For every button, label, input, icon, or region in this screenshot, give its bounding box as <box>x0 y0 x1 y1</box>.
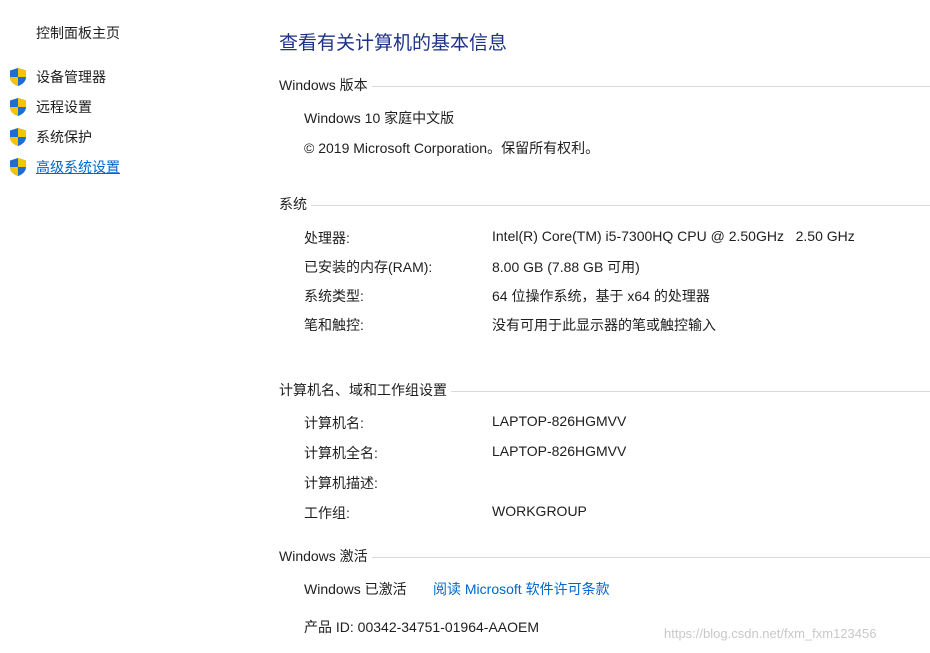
workgroup-value: WORKGROUP <box>492 503 587 519</box>
uac-shield-icon <box>10 68 26 86</box>
section-heading-computer-name: 计算机名、域和工作组设置 <box>279 380 451 400</box>
uac-shield-icon <box>10 98 26 116</box>
processor-value: Intel(R) Core(TM) i5-7300HQ CPU @ 2.50GH… <box>492 228 855 244</box>
activation-status: Windows 已激活 <box>304 581 407 597</box>
computer-description-label: 计算机描述: <box>304 475 378 491</box>
sidebar-item-label: 高级系统设置 <box>36 159 120 175</box>
product-id: 产品 ID: 00342-34751-01964-AAOEM <box>304 619 540 635</box>
page-title: 查看有关计算机的基本信息 <box>279 33 508 54</box>
sidebar-item-system-protection[interactable]: 系统保护 <box>8 126 92 148</box>
uac-shield-icon <box>10 128 26 146</box>
ram-value: 8.00 GB (7.88 GB 可用) <box>492 259 640 275</box>
sidebar-item-label: 远程设置 <box>36 99 92 115</box>
section-heading-activation: Windows 激活 <box>279 546 372 566</box>
section-heading-windows-edition: Windows 版本 <box>279 75 372 95</box>
sidebar-item-label: 设备管理器 <box>36 69 106 85</box>
windows-edition-value: Windows 10 家庭中文版 <box>304 110 455 126</box>
computer-name-value: LAPTOP-826HGMVV <box>492 413 627 429</box>
license-terms-link[interactable]: 阅读 Microsoft 软件许可条款 <box>433 579 610 599</box>
control-panel-home-link[interactable]: 控制面板主页 <box>36 23 120 43</box>
ram-label: 已安装的内存(RAM): <box>304 259 433 275</box>
system-type-value: 64 位操作系统，基于 x64 的处理器 <box>492 288 710 304</box>
section-divider <box>279 86 930 87</box>
pen-touch-label: 笔和触控: <box>304 317 364 333</box>
sidebar-item-label: 系统保护 <box>36 129 92 145</box>
section-divider <box>279 205 930 206</box>
system-type-label: 系统类型: <box>304 288 364 304</box>
sidebar-item-device-manager[interactable]: 设备管理器 <box>8 66 106 88</box>
sidebar-item-remote-settings[interactable]: 远程设置 <box>8 96 92 118</box>
workgroup-label: 工作组: <box>304 505 350 521</box>
sidebar-item-advanced-system-settings[interactable]: 高级系统设置 <box>8 156 120 178</box>
full-computer-name-label: 计算机全名: <box>304 445 378 461</box>
full-computer-name-value: LAPTOP-826HGMVV <box>492 443 627 459</box>
uac-shield-icon <box>10 158 26 176</box>
section-heading-system: 系统 <box>279 194 311 214</box>
section-divider <box>279 557 930 558</box>
processor-label: 处理器: <box>304 230 350 246</box>
watermark-text: https://blog.csdn.net/fxm_fxm123456 <box>664 626 877 641</box>
copyright-text: © 2019 Microsoft Corporation。保留所有权利。 <box>304 140 600 156</box>
pen-touch-value: 没有可用于此显示器的笔或触控输入 <box>492 317 716 333</box>
computer-name-label: 计算机名: <box>304 415 364 431</box>
